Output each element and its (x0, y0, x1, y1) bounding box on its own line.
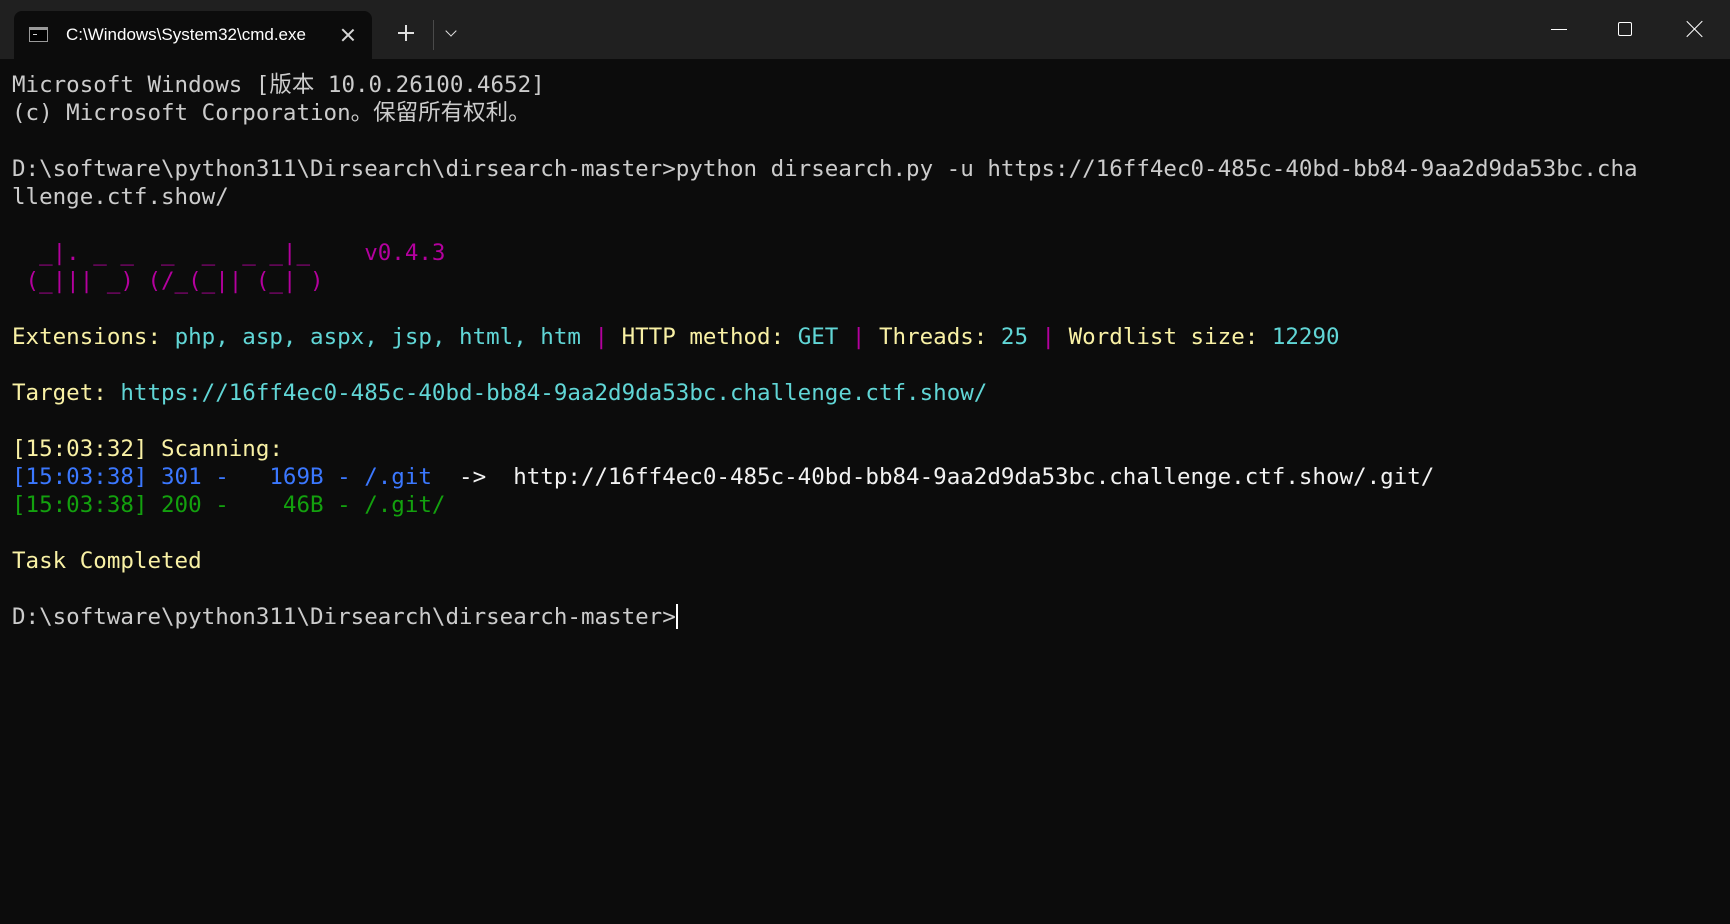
wordlist-value: 12290 (1271, 324, 1340, 350)
target-label: Target: (12, 380, 121, 406)
separator: | (1028, 324, 1069, 350)
tab-cmd[interactable]: C:\Windows\System32\cmd.exe (14, 11, 372, 59)
prompt-text: D:\software\python311\Dirsearch\dirsearc… (12, 604, 676, 630)
result-line: [15:03:38] 301 - 169B - /.git -> http://… (12, 463, 1712, 491)
result-redirect: [15:03:38] 301 - 169B - /.git (12, 464, 432, 490)
threads-label: Threads: (878, 324, 1001, 350)
cmd-prompt-icon (29, 27, 48, 42)
command-line: D:\software\python311\Dirsearch\dirsearc… (12, 156, 1638, 182)
tab-divider (433, 20, 434, 50)
config-line: Extensions: php, asp, aspx, jsp, html, h… (12, 323, 1712, 351)
method-value: GET (797, 324, 839, 350)
banner-line: _|. _ _ _ _ _ _|_ v0.4.3 (12, 240, 446, 266)
minimize-icon[interactable] (1544, 14, 1574, 44)
tab-title: C:\Windows\System32\cmd.exe (66, 25, 306, 44)
prompt-line[interactable]: D:\software\python311\Dirsearch\dirsearc… (12, 603, 1712, 631)
separator: | (838, 324, 879, 350)
result-line: [15:03:38] 200 - 46B - /.git/ (12, 492, 446, 518)
text-cursor (675, 604, 678, 629)
close-window-icon[interactable] (1680, 14, 1710, 44)
target-value: https://16ff4ec0-485c-40bd-bb84-9aa2d9da… (120, 380, 988, 406)
banner-line: (_||| _) (/_(_|| (_| ) (12, 268, 324, 294)
scanning-line: [15:03:32] Scanning: (12, 436, 283, 462)
wordlist-label: Wordlist size: (1068, 324, 1272, 350)
extensions-label: Extensions: (12, 324, 175, 350)
terminal-output[interactable]: Microsoft Windows [版本 10.0.26100.4652] (… (12, 71, 1712, 911)
task-completed-line: Task Completed (12, 548, 202, 574)
extensions-value: php, asp, aspx, jsp, html, htm (174, 324, 581, 350)
threads-value: 25 (1000, 324, 1028, 350)
maximize-icon[interactable] (1610, 14, 1640, 44)
method-label: HTTP method: (621, 324, 798, 350)
terminal-window: C:\Windows\System32\cmd.exe Microsoft Wi… (0, 0, 1730, 924)
plus-icon[interactable] (394, 21, 418, 45)
title-bar[interactable]: C:\Windows\System32\cmd.exe (0, 0, 1730, 59)
copyright-line: (c) Microsoft Corporation。保留所有权利。 (12, 100, 531, 126)
chevron-down-icon[interactable] (440, 22, 464, 46)
target-line: Target: https://16ff4ec0-485c-40bd-bb84-… (12, 379, 1712, 407)
separator: | (580, 324, 622, 350)
header-line: Microsoft Windows [版本 10.0.26100.4652] (12, 72, 545, 98)
tab-close-icon[interactable] (336, 23, 360, 47)
command-line-wrap: llenge.ctf.show/ (12, 184, 229, 210)
redirect-target: -> http://16ff4ec0-485c-40bd-bb84-9aa2d9… (431, 464, 1435, 490)
